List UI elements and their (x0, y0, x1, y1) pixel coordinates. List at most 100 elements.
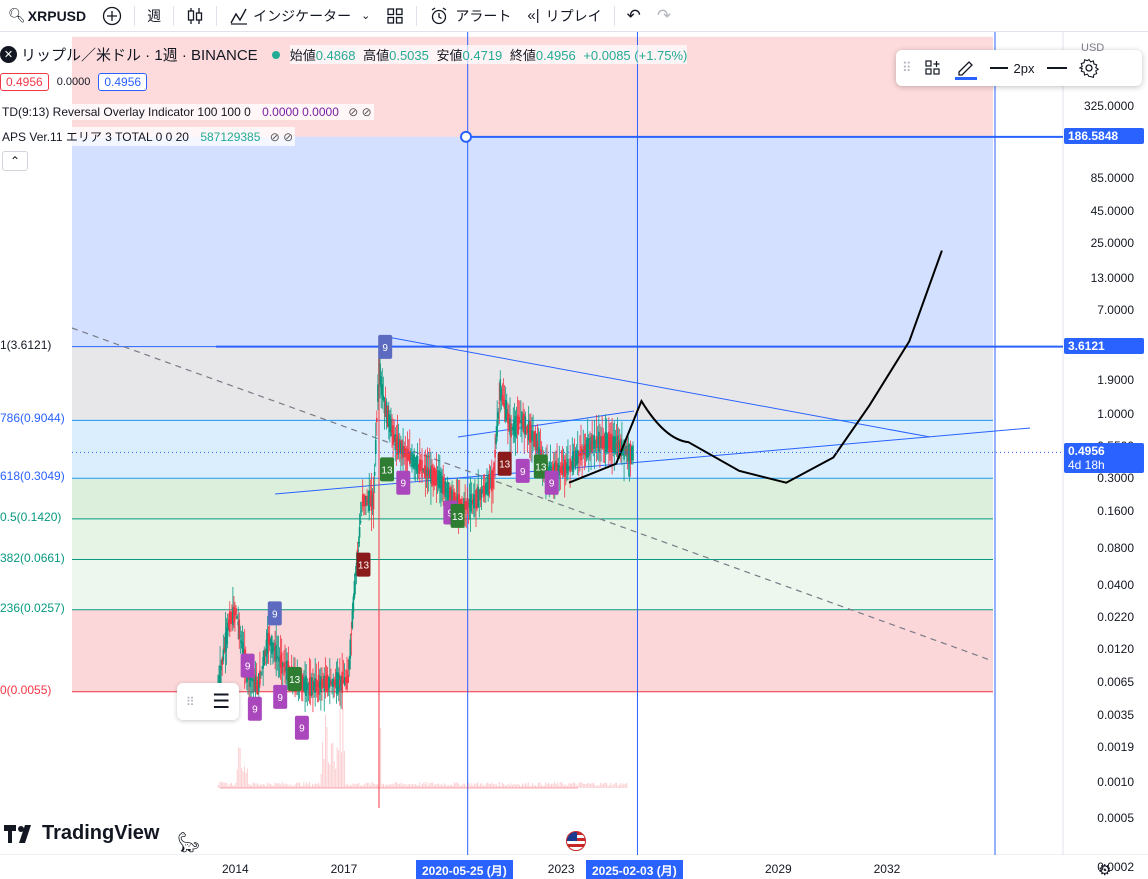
volume-bar (588, 783, 590, 788)
replay-button[interactable]: «| リプレイ (519, 0, 609, 32)
volume-bar (242, 771, 244, 788)
object-list-icon[interactable]: ☰ (212, 692, 230, 712)
hidden-icon[interactable]: ⊘ ⊘ (270, 130, 293, 144)
volume-bar (377, 784, 379, 788)
volume-bar (256, 783, 258, 788)
line-width-label: 2px (1013, 60, 1035, 76)
drag-handle[interactable]: ⠿ (186, 695, 195, 709)
volume-bar (400, 782, 402, 788)
volume-bar (316, 783, 318, 788)
line-handle (460, 130, 472, 143)
candle-body (495, 437, 497, 445)
volume-bar (601, 784, 603, 788)
template-button[interactable] (918, 50, 948, 86)
volume-bar (548, 782, 550, 788)
countdown: 4d 18h (1068, 458, 1105, 473)
price-tick: 0.0400 (1097, 578, 1134, 593)
indicator-td[interactable]: TD(9:13) Reversal Overlay Indicator 100 … (0, 104, 374, 120)
volume-bar (481, 783, 483, 788)
volume-bar (220, 782, 222, 788)
volume-bar (440, 783, 442, 788)
collapse-legend-button[interactable]: ⌃ (2, 151, 28, 171)
layouts-button[interactable] (378, 0, 412, 32)
price-tick: 0.3000 (1097, 471, 1134, 486)
volume-bar (611, 785, 613, 788)
buy-button[interactable]: 0.4956 (98, 73, 148, 91)
separator (216, 5, 218, 26)
indicator-aps[interactable]: APS Ver.11 エリア 3 TOTAL 0 0 20 587129385 … (0, 127, 296, 146)
volume-bar (368, 782, 370, 788)
line-color-button[interactable] (948, 50, 984, 86)
undo-button[interactable]: ↶ (619, 0, 649, 32)
volume-bar (455, 783, 457, 788)
price-tick: 0.0035 (1097, 707, 1134, 722)
gear-icon (1078, 58, 1099, 78)
candle-body (376, 418, 378, 422)
candle-body (632, 445, 634, 461)
candle-body (251, 678, 254, 681)
volume-bar (278, 783, 280, 788)
volume-bar (587, 782, 589, 788)
volume-bar (285, 784, 287, 788)
close-icon[interactable]: ✕ (0, 46, 17, 63)
high-label: 高値 (363, 48, 390, 63)
indicators-button[interactable]: インジケーター ⌄ (221, 0, 378, 32)
candle-body (377, 384, 379, 402)
time-tick: 2023 (547, 862, 575, 876)
volume-bar (371, 782, 373, 788)
settings-button[interactable] (1073, 50, 1105, 86)
chart-type-button[interactable] (178, 0, 212, 32)
volume-bar (571, 783, 573, 788)
candle-body (353, 581, 356, 598)
interval-button[interactable]: 週 (139, 0, 169, 32)
volume-bar (365, 782, 367, 788)
rewind-icon: «| (527, 7, 540, 24)
candle-body (235, 607, 237, 615)
volume-bar (595, 785, 597, 788)
redo-icon: ↷ (656, 5, 672, 25)
candle-body (347, 675, 350, 683)
symbol-search[interactable]: 🔍︎ XRPUSD (0, 0, 94, 32)
brand-name: TradingView (42, 822, 160, 844)
volume-bar (539, 782, 541, 788)
volume-bar (616, 782, 618, 788)
volume-bar (545, 782, 547, 788)
volume-bar (614, 782, 616, 788)
line-width-button[interactable]: 2px (984, 50, 1041, 86)
volume-bar (411, 783, 413, 788)
price-chart[interactable]: 9139999139139913139 139 (0, 32, 1148, 855)
volume-bar (487, 782, 489, 788)
candle-body (228, 611, 231, 632)
volume-bar (584, 783, 586, 788)
volume-bar (578, 783, 580, 788)
compare-button[interactable] (94, 0, 130, 32)
axis-settings-button[interactable]: ⚙ (1098, 861, 1111, 879)
volume-bar (423, 782, 425, 788)
hidden-icon[interactable]: ⊘ ⊘ (348, 105, 371, 119)
volume-bar (327, 762, 329, 788)
sell-button[interactable]: 0.4956 (0, 73, 49, 91)
volume-bar (501, 782, 503, 788)
td-marker-label: 13 (289, 675, 301, 686)
candle-body (531, 430, 533, 441)
price-tick: 0.0800 (1097, 541, 1134, 556)
price-tick: 0.0005 (1097, 811, 1134, 826)
volume-bar (287, 784, 289, 788)
fib-label: 382(0.0661) (0, 550, 65, 565)
candle-body (354, 572, 357, 577)
zone-green1 (72, 478, 993, 519)
indicators-label: インジケーター (253, 7, 352, 24)
volume-bar (464, 783, 466, 788)
chevron-down-icon: ⌄ (361, 10, 371, 22)
redo-button[interactable]: ↷ (649, 0, 679, 32)
volume-bar (475, 783, 477, 788)
alert-button[interactable]: アラート (421, 0, 519, 32)
volume-bar (385, 784, 387, 788)
us-flag-icon[interactable] (566, 831, 586, 851)
volume-bar (503, 783, 505, 788)
volume-bar (235, 782, 237, 788)
volume-bar (229, 784, 231, 788)
volume-bar (372, 783, 374, 788)
drag-handle[interactable]: ⠿ (896, 50, 918, 86)
line-style-button[interactable] (1041, 50, 1073, 86)
